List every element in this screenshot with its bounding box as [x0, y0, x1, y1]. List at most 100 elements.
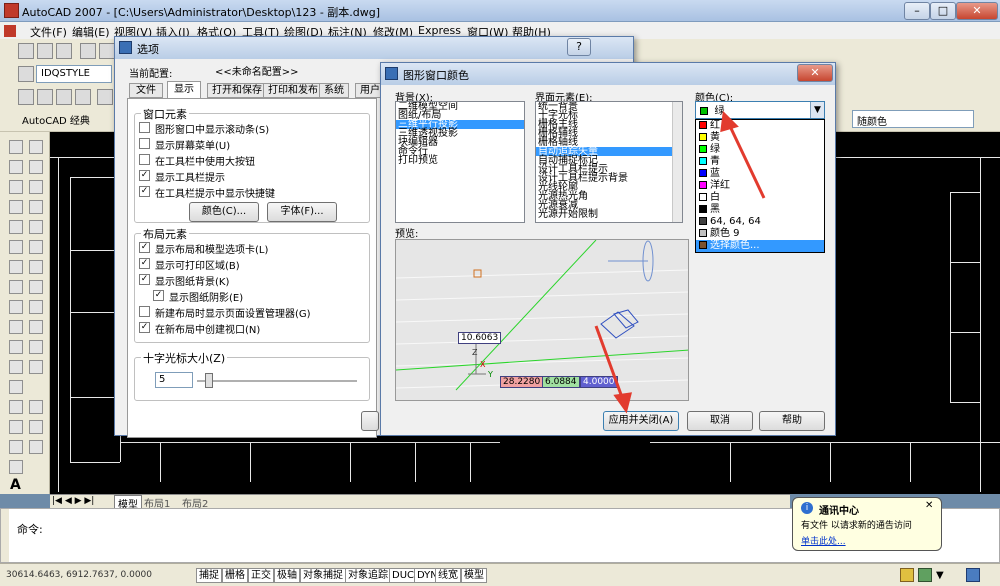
dim-linear-icon[interactable]	[18, 89, 34, 105]
color-dropdown-list[interactable]: 红黄绿青蓝洋红白黑 64, 64, 64 颜色 9 选择颜色...	[695, 119, 825, 253]
menu-file[interactable]: 文件(F)	[30, 24, 67, 40]
chevron-down-icon[interactable]: ▼	[810, 102, 824, 118]
comm-center-icon[interactable]	[918, 568, 932, 582]
dim-ordinate-icon[interactable]	[75, 89, 91, 105]
polyline-icon[interactable]	[9, 180, 23, 194]
mirror-tool-icon[interactable]	[29, 180, 43, 194]
workspace-combo[interactable]: AutoCAD 经典	[18, 110, 110, 128]
color-option[interactable]: 白	[696, 192, 824, 204]
balloon-close-icon[interactable]: ✕	[925, 500, 933, 511]
close-button[interactable]: ✕	[956, 2, 998, 20]
erase-tool-icon[interactable]	[29, 140, 43, 154]
elements-scrollbar[interactable]	[672, 102, 682, 222]
make-block-icon[interactable]	[9, 380, 23, 394]
move-tool-icon[interactable]	[29, 240, 43, 254]
color-option[interactable]: 选择颜色...	[696, 240, 824, 252]
lweight-toggle[interactable]: 线宽	[435, 568, 461, 583]
print-icon[interactable]	[80, 43, 96, 59]
el-item-light-start-limit[interactable]: 光源开始限制	[536, 210, 682, 220]
layout-tabs-checkbox[interactable]: ✓	[139, 242, 150, 253]
options-help-button[interactable]: ?	[567, 38, 591, 56]
snap-toggle[interactable]: 捕捉	[196, 568, 222, 583]
colors-button[interactable]: 颜色(C)...	[189, 202, 259, 222]
tab-display[interactable]: 显示	[167, 81, 201, 99]
otrack-toggle[interactable]: 对象追踪	[345, 568, 391, 583]
polar-toggle[interactable]: 极轴	[274, 568, 300, 583]
paper-shadow-checkbox[interactable]: ✓	[153, 290, 164, 301]
screen-menu-checkbox[interactable]	[139, 138, 150, 149]
scale-tool-icon[interactable]	[29, 280, 43, 294]
menu-edit[interactable]: 编辑(E)	[72, 24, 110, 40]
autocad-app-icon[interactable]	[4, 3, 19, 18]
arc-icon[interactable]	[9, 240, 23, 254]
trim-tool-icon[interactable]	[29, 320, 43, 334]
construction-line-icon[interactable]	[9, 160, 23, 174]
color-option[interactable]: 颜色 9	[696, 228, 824, 240]
large-buttons-checkbox[interactable]	[139, 154, 150, 165]
page-setup-checkbox[interactable]	[139, 306, 150, 317]
insert-block-icon[interactable]	[9, 360, 23, 374]
preview-icon[interactable]	[99, 43, 115, 59]
tab-files[interactable]: 文件	[129, 83, 163, 98]
chamfer-tool-icon[interactable]	[29, 400, 43, 414]
break-tool-icon[interactable]	[29, 360, 43, 374]
interface-elements-list[interactable]: 统一背景 十字光标 栅格主线 栅格辅线 栅格轴线 自动追踪矢量 自动捕捉标记 设…	[535, 101, 683, 223]
lock-icon[interactable]	[900, 568, 914, 582]
color-option[interactable]: 红	[696, 120, 824, 132]
rotate-tool-icon[interactable]	[29, 260, 43, 274]
status-menu-arrow-icon[interactable]: ▼	[936, 570, 944, 581]
colors-close-button[interactable]: ✕	[797, 64, 833, 82]
region-icon[interactable]	[9, 440, 23, 454]
offset-tool-icon[interactable]	[29, 200, 43, 214]
paper-background-checkbox[interactable]: ✓	[139, 274, 150, 285]
color-select[interactable]: 绿 ▼	[695, 101, 825, 119]
ellipse-icon[interactable]	[9, 320, 23, 334]
extend-tool-icon[interactable]	[29, 340, 43, 354]
copy-tool-icon[interactable]	[29, 160, 43, 174]
circle-icon[interactable]	[9, 260, 23, 274]
color-option[interactable]: 蓝	[696, 168, 824, 180]
apply-close-button[interactable]: 应用并关闭(A)	[603, 411, 679, 431]
open-icon[interactable]	[37, 43, 53, 59]
spline-icon[interactable]	[9, 300, 23, 314]
background-list[interactable]: 二维模型空间 图纸/布局 三维平行投影 三维透视投影 块编辑器 命令行 打印预览	[395, 101, 525, 223]
create-viewport-checkbox[interactable]: ✓	[139, 322, 150, 333]
color-option[interactable]: 黄	[696, 132, 824, 144]
clean-screen-icon[interactable]	[966, 568, 980, 582]
dim-radius-icon[interactable]	[97, 89, 113, 105]
hatch-icon[interactable]	[9, 420, 23, 434]
doc-icon[interactable]	[4, 25, 16, 37]
stretch-tool-icon[interactable]	[29, 300, 43, 314]
grid-toggle[interactable]: 栅格	[222, 568, 248, 583]
array-tool-icon[interactable]	[29, 220, 43, 234]
line-tool-icon[interactable]	[9, 140, 23, 154]
tab-open-save[interactable]: 打开和保存	[207, 83, 267, 98]
new-icon[interactable]	[18, 43, 34, 59]
fillet-tool-icon[interactable]	[29, 420, 43, 434]
mtext-icon[interactable]: A	[10, 477, 21, 493]
scrollbars-checkbox[interactable]	[139, 122, 150, 133]
save-icon[interactable]	[56, 43, 72, 59]
text-style-combo[interactable]: IDQSTYLE	[36, 65, 112, 83]
text-style-icon[interactable]	[18, 66, 34, 82]
crosshair-size-input[interactable]: 5	[155, 372, 193, 388]
dim-aligned-icon[interactable]	[37, 89, 53, 105]
printable-area-checkbox[interactable]: ✓	[139, 258, 150, 269]
color-control-combo[interactable]: 随颜色	[852, 110, 974, 128]
table-icon[interactable]	[9, 460, 23, 474]
explode-tool-icon[interactable]	[29, 440, 43, 454]
options-ok-button-partial[interactable]	[361, 411, 379, 431]
color-option[interactable]: 青	[696, 156, 824, 168]
shortcut-tooltips-checkbox[interactable]: ✓	[139, 186, 150, 197]
point-icon[interactable]	[9, 400, 23, 414]
help-button[interactable]: 帮助	[759, 411, 825, 431]
tab-system[interactable]: 系统	[319, 83, 349, 98]
rectangle-icon[interactable]	[9, 220, 23, 234]
bg-item-plot-preview[interactable]: 打印预览	[396, 156, 524, 166]
balloon-link[interactable]: 单击此处...	[801, 534, 846, 547]
dim-arc-icon[interactable]	[56, 89, 72, 105]
ortho-toggle[interactable]: 正交	[248, 568, 274, 583]
tab-scroll-arrows[interactable]: |◀ ◀ ▶ ▶|	[52, 496, 94, 506]
polygon-icon[interactable]	[9, 200, 23, 214]
maximize-button[interactable]: □	[930, 2, 956, 20]
